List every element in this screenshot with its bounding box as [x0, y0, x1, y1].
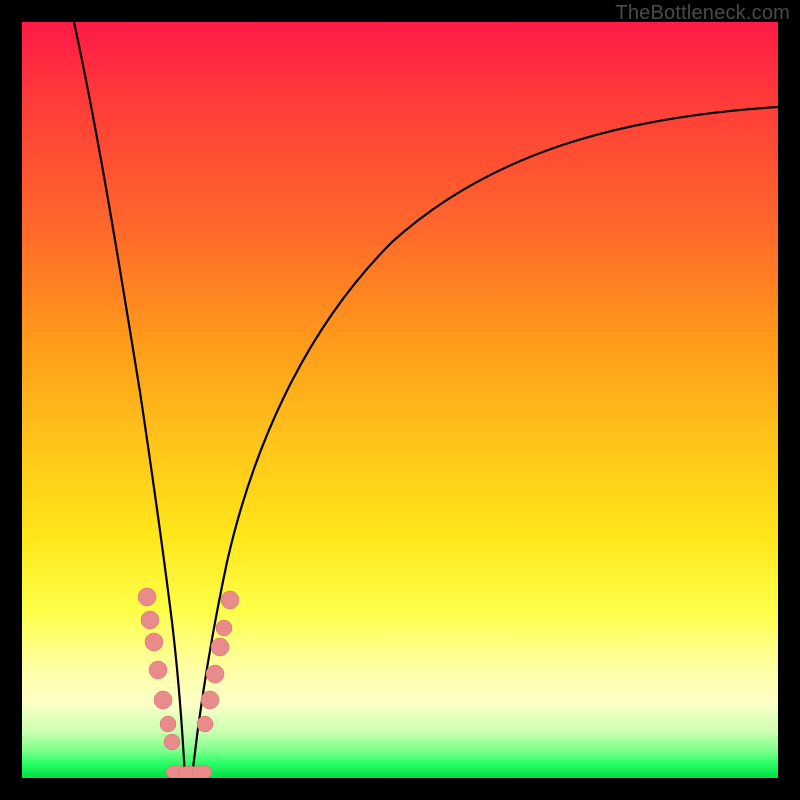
curve-right-branch	[192, 107, 778, 778]
outer-frame: TheBottleneck.com	[0, 0, 800, 800]
markers-bottom	[166, 765, 212, 778]
curve-left-branch	[74, 22, 185, 778]
watermark-text: TheBottleneck.com	[615, 2, 790, 25]
markers-left	[138, 588, 180, 750]
plot-area	[22, 22, 778, 778]
chart-svg	[22, 22, 778, 778]
